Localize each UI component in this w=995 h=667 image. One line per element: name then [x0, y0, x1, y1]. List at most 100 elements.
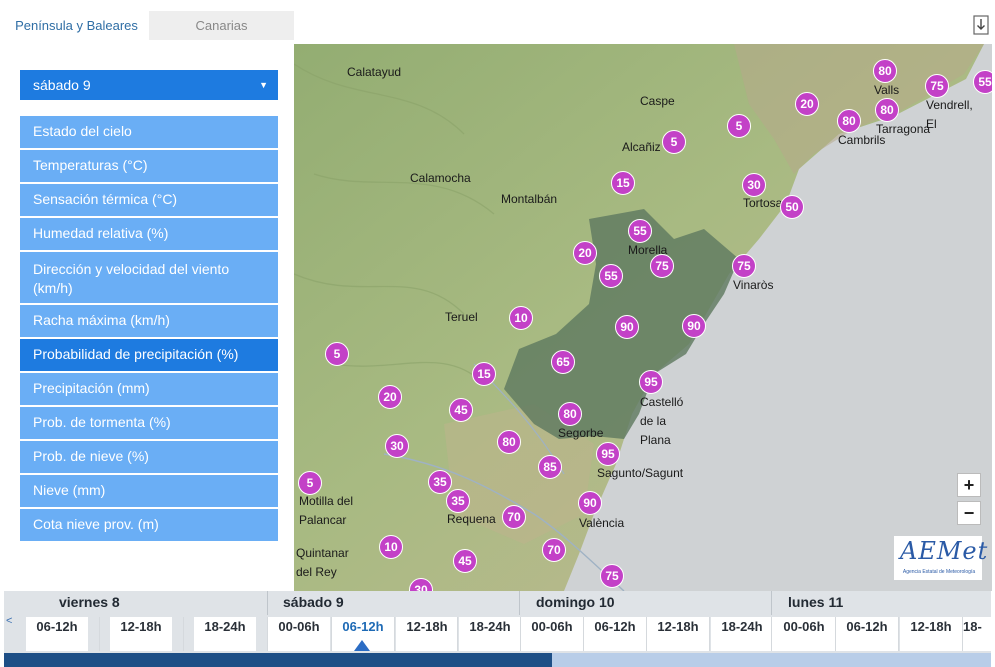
region-tabs: Península y Baleares Canarias — [4, 11, 294, 40]
slot-divider — [771, 617, 772, 651]
precip-marker[interactable]: 55 — [628, 219, 652, 243]
time-slot[interactable]: 00-06h — [521, 617, 583, 651]
time-slot[interactable]: 06-12h — [26, 617, 88, 651]
precip-marker[interactable]: 20 — [573, 241, 597, 265]
chevron-down-icon: ▼ — [259, 80, 268, 90]
city-label: Segorbe — [558, 426, 604, 440]
day-select[interactable]: sábado 9 ▼ — [20, 70, 278, 100]
download-icon[interactable] — [973, 15, 989, 35]
precip-marker[interactable]: 20 — [378, 385, 402, 409]
time-slot[interactable]: 06-12h — [584, 617, 646, 651]
city-label: Vendrell, El — [926, 98, 973, 131]
precip-marker[interactable]: 5 — [298, 471, 322, 495]
precip-marker[interactable]: 35 — [446, 489, 470, 513]
precip-marker[interactable]: 15 — [611, 171, 635, 195]
menu-item-viento[interactable]: Dirección y velocidad del viento (km/h) — [20, 252, 278, 303]
time-slot[interactable]: 12-18h — [110, 617, 172, 651]
precip-marker[interactable]: 75 — [732, 254, 756, 278]
precip-marker[interactable]: 5 — [727, 114, 751, 138]
time-slot[interactable]: 00-06h — [268, 617, 330, 651]
precip-marker[interactable]: 90 — [615, 315, 639, 339]
timeline-prev-button[interactable]: < — [6, 615, 12, 627]
precip-marker[interactable]: 10 — [379, 535, 403, 559]
precip-marker[interactable]: 70 — [542, 538, 566, 562]
slot-divider — [898, 617, 899, 651]
precip-marker[interactable]: 10 — [509, 306, 533, 330]
tab-peninsula-baleares[interactable]: Península y Baleares — [4, 11, 149, 40]
time-slot[interactable]: 18-24h — [194, 617, 256, 651]
precip-marker[interactable]: 80 — [837, 109, 861, 133]
progress-fill — [4, 653, 552, 667]
city-label: València — [579, 516, 625, 530]
menu-item-probabilidad-precipitacion[interactable]: Probabilidad de precipitación (%) — [20, 339, 278, 371]
day-header: domingo 10 — [536, 594, 615, 610]
menu-item-cota-nieve[interactable]: Cota nieve prov. (m) — [20, 509, 278, 541]
precip-marker[interactable]: 75 — [600, 564, 624, 588]
precip-marker[interactable]: 80 — [558, 402, 582, 426]
precip-marker[interactable]: 85 — [538, 455, 562, 479]
menu-item-precipitacion[interactable]: Precipitación (mm) — [20, 373, 278, 405]
active-slot-pointer — [354, 640, 370, 651]
slot-divider — [394, 617, 395, 651]
time-slot[interactable]: 12-18h — [647, 617, 709, 651]
precip-marker[interactable]: 45 — [453, 549, 477, 573]
zoom-out-button[interactable]: − — [957, 501, 981, 525]
precip-marker[interactable]: 65 — [551, 350, 575, 374]
menu-item-sensacion-termica[interactable]: Sensación térmica (°C) — [20, 184, 278, 216]
precip-marker[interactable]: 80 — [875, 98, 899, 122]
precip-marker[interactable]: 75 — [925, 74, 949, 98]
time-slot[interactable]: 18-24h — [459, 617, 521, 651]
time-slot[interactable]: 06-12h — [836, 617, 898, 651]
time-slot[interactable]: 18-24h — [711, 617, 773, 651]
city-label: Sagunto/Sagunt — [597, 466, 684, 480]
precip-marker[interactable]: 95 — [596, 442, 620, 466]
precip-marker[interactable]: 90 — [682, 314, 706, 338]
menu-item-prob-nieve[interactable]: Prob. de nieve (%) — [20, 441, 278, 473]
precip-marker[interactable]: 90 — [578, 491, 602, 515]
day-header: lunes 11 — [788, 594, 844, 610]
precip-marker[interactable]: 80 — [873, 59, 897, 83]
city-label: Teruel — [445, 310, 478, 324]
menu-item-humedad-relativa[interactable]: Humedad relativa (%) — [20, 218, 278, 250]
city-label: Caspe — [640, 94, 675, 108]
time-slot[interactable]: 00-06h — [773, 617, 835, 651]
day-divider — [519, 591, 520, 615]
precip-marker[interactable]: 50 — [780, 195, 804, 219]
precip-marker[interactable]: 95 — [639, 370, 663, 394]
precip-marker[interactable]: 75 — [650, 254, 674, 278]
precip-marker[interactable]: 30 — [385, 434, 409, 458]
time-slot[interactable]: 12-18h — [900, 617, 962, 651]
city-label: Tortosa — [743, 196, 783, 210]
precip-marker[interactable]: 45 — [449, 398, 473, 422]
menu-item-nieve[interactable]: Nieve (mm) — [20, 475, 278, 507]
menu-item-prob-tormenta[interactable]: Prob. de tormenta (%) — [20, 407, 278, 439]
slot-divider — [709, 617, 710, 651]
variable-menu: Estado del cielo Temperaturas (°C) Sensa… — [20, 116, 278, 543]
precip-marker[interactable]: 35 — [428, 470, 452, 494]
menu-item-temperaturas[interactable]: Temperaturas (°C) — [20, 150, 278, 182]
city-label: Castelló de la Plana — [640, 395, 684, 447]
logo-mark: AEMet — [900, 537, 989, 565]
precip-marker[interactable]: 70 — [502, 505, 526, 529]
time-slot[interactable]: 12-18h — [396, 617, 458, 651]
city-label: Alcañiz — [622, 140, 661, 154]
city-label: Calamocha — [410, 171, 471, 185]
time-selector: viernes 8 sábado 9 domingo 10 lunes 11 <… — [4, 591, 991, 653]
precip-marker[interactable]: 55 — [973, 70, 992, 94]
precip-marker[interactable]: 30 — [742, 173, 766, 197]
forecast-map[interactable]: Calatayud Caspe Valls Vendrell, El Tarra… — [294, 44, 992, 591]
day-select-value: sábado 9 — [33, 77, 91, 93]
precip-marker[interactable]: 55 — [599, 264, 623, 288]
menu-item-estado-cielo[interactable]: Estado del cielo — [20, 116, 278, 148]
zoom-in-button[interactable]: + — [957, 473, 981, 497]
precip-marker[interactable]: 80 — [497, 430, 521, 454]
precip-marker[interactable]: 15 — [472, 362, 496, 386]
precip-marker[interactable]: 5 — [325, 342, 349, 366]
city-label: Vinaròs — [733, 278, 774, 292]
precip-marker[interactable]: 20 — [795, 92, 819, 116]
menu-item-racha-maxima[interactable]: Racha máxima (km/h) — [20, 305, 278, 337]
tab-canarias[interactable]: Canarias — [149, 11, 294, 40]
time-slot[interactable]: 18- — [963, 617, 991, 651]
precip-marker[interactable]: 5 — [662, 130, 686, 154]
timeline-progress-bar[interactable] — [4, 653, 991, 667]
